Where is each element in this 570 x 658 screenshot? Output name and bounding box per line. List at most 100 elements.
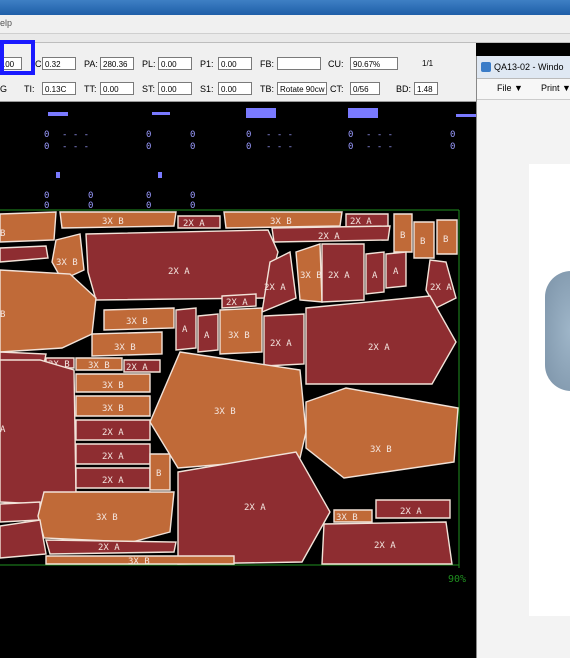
- row2-left-label: G: [0, 84, 8, 94]
- pattern-piece[interactable]: [305, 295, 457, 385]
- piece-label: 2X A: [102, 452, 124, 462]
- bd-value-field[interactable]: 1.48: [414, 82, 438, 95]
- indicator-bar: [158, 172, 162, 178]
- piece-label: B: [420, 237, 425, 247]
- side-window-menu-bar: File ▼ Print ▼: [477, 79, 570, 100]
- pattern-piece[interactable]: [85, 229, 279, 301]
- ti-value-field[interactable]: 0.13C: [42, 82, 76, 95]
- piece-label: 2X A: [126, 363, 148, 373]
- piece-label: 3X B: [128, 557, 150, 567]
- piece-label: 3X B: [102, 381, 124, 391]
- p1-value-field[interactable]: 0.00: [218, 57, 252, 70]
- s1-value-field[interactable]: 0.00: [218, 82, 252, 95]
- ct-value-field[interactable]: 0/56: [350, 82, 380, 95]
- indicator-dashes: - - -: [266, 130, 293, 140]
- c-value-field[interactable]: 0.32: [42, 57, 76, 70]
- indicator-zero: 0: [450, 130, 455, 140]
- s1-label: S1:: [200, 84, 214, 94]
- pattern-piece[interactable]: [0, 245, 49, 263]
- pl-value-field[interactable]: 0.00: [158, 57, 192, 70]
- garment-image: [545, 271, 570, 391]
- indicator-row-1: 0 - - - 0 0 0 - - - 0 - - - 0: [44, 130, 455, 140]
- indicator-zero: 0: [44, 130, 49, 140]
- page-indicator: 1/1: [422, 59, 434, 68]
- p1-label: P1:: [200, 59, 214, 69]
- piece-label: B: [0, 310, 5, 320]
- piece-label: A: [182, 325, 188, 335]
- side-window[interactable]: QA13-02 - Windo File ▼ Print ▼: [476, 56, 570, 658]
- indicator-zero: 0: [88, 191, 93, 201]
- toolbar: [0, 34, 570, 43]
- indicator-dashes: - - -: [366, 130, 393, 140]
- piece-label: 2X A: [264, 283, 286, 293]
- side-window-title: QA13-02 - Windo: [494, 62, 564, 72]
- pa-value-field[interactable]: 280.36: [100, 57, 134, 70]
- indicator-zero: 0: [246, 130, 251, 140]
- indicator-bar: [456, 114, 476, 117]
- piece-label: 2X A: [102, 428, 124, 438]
- window-icon: [481, 62, 491, 72]
- piece-label: 2X A: [368, 343, 390, 353]
- piece-label: 2X A: [430, 283, 452, 293]
- indicator-bar: [56, 172, 60, 178]
- cu-label: CU:: [328, 59, 344, 69]
- indicator-zero: 0: [348, 130, 353, 140]
- pattern-piece[interactable]: [305, 387, 459, 479]
- piece-label: A: [204, 331, 210, 341]
- pattern-piece[interactable]: [0, 501, 41, 523]
- indicator-zero: 0: [450, 142, 455, 152]
- indicator-bar: [246, 108, 276, 118]
- piece-label: 2X A: [400, 507, 422, 517]
- piece-label: B: [443, 235, 448, 245]
- fb-value-field[interactable]: [277, 57, 321, 70]
- marker-utilization-label: 90%: [448, 574, 466, 585]
- tt-label: TT:: [84, 84, 97, 94]
- piece-label: 3X B: [300, 271, 322, 281]
- piece-label: 2X A: [168, 267, 190, 277]
- marker-workspace[interactable]: 0 - - - 0 0 0 - - - 0 - - - 0 0 - - - 0 …: [0, 102, 476, 658]
- indicator-dashes: - - -: [62, 130, 89, 140]
- indicator-dashes: - - -: [266, 142, 293, 152]
- pa-label: PA:: [84, 59, 98, 69]
- file-menu[interactable]: File ▼: [497, 83, 523, 93]
- piece-label: 2X A: [318, 232, 340, 242]
- indicator-row-3: 0 0 0 0 0 0 0 0: [44, 191, 195, 211]
- piece-label: A: [372, 271, 378, 281]
- piece-label: 3X B: [56, 258, 78, 268]
- pattern-piece[interactable]: [0, 211, 57, 243]
- tb-value-field[interactable]: Rotate 90cw: [277, 82, 327, 95]
- tt-value-field[interactable]: 0.00: [100, 82, 134, 95]
- piece-label: 2X A: [328, 271, 350, 281]
- piece-label: B: [156, 469, 161, 479]
- print-menu[interactable]: Print ▼: [541, 83, 570, 93]
- ct-label: CT:: [330, 84, 344, 94]
- piece-label: 2X A: [350, 217, 372, 227]
- pattern-piece[interactable]: [0, 519, 47, 559]
- piece-label: 2X A: [226, 298, 248, 308]
- pl-label: PL:: [142, 59, 156, 69]
- pattern-piece[interactable]: [0, 269, 97, 353]
- piece-label: 3X B: [228, 331, 250, 341]
- marker-canvas[interactable]: 0 - - - 0 0 0 - - - 0 - - - 0 0 - - - 0 …: [0, 102, 476, 658]
- piece-label: 2X A: [244, 503, 266, 513]
- piece-label: 2X A: [270, 339, 292, 349]
- selection-highlight: [0, 40, 35, 75]
- indicator-bar: [152, 112, 170, 115]
- indicator-zero: 0: [146, 130, 151, 140]
- indicator-row-2: 0 - - - 0 0 0 - - - 0 - - - 0: [44, 142, 455, 152]
- piece-label: 3X B: [270, 217, 292, 227]
- pattern-piece[interactable]: [0, 359, 77, 505]
- menu-item-help[interactable]: elp: [0, 18, 12, 28]
- piece-label: 3X B: [88, 361, 110, 371]
- piece-label: 2X A: [374, 541, 396, 551]
- st-value-field[interactable]: 0.00: [158, 82, 192, 95]
- fb-label: FB:: [260, 59, 275, 69]
- piece-label: 3X B: [114, 343, 136, 353]
- cu-value-field[interactable]: 90.67%: [350, 57, 398, 70]
- app-title-bar: [0, 0, 570, 15]
- menu-bar: elp: [0, 15, 570, 34]
- pattern-pieces[interactable]: B 3X B 2X A 3X B 2X A B B B 3X B 2X A 2X…: [0, 211, 459, 567]
- piece-label: 3X B: [336, 513, 358, 523]
- piece-label: 3X B: [102, 404, 124, 414]
- info-panel: .00 C: 0.32 PA: 280.36 PL: 0.00 P1: 0.00…: [0, 43, 476, 102]
